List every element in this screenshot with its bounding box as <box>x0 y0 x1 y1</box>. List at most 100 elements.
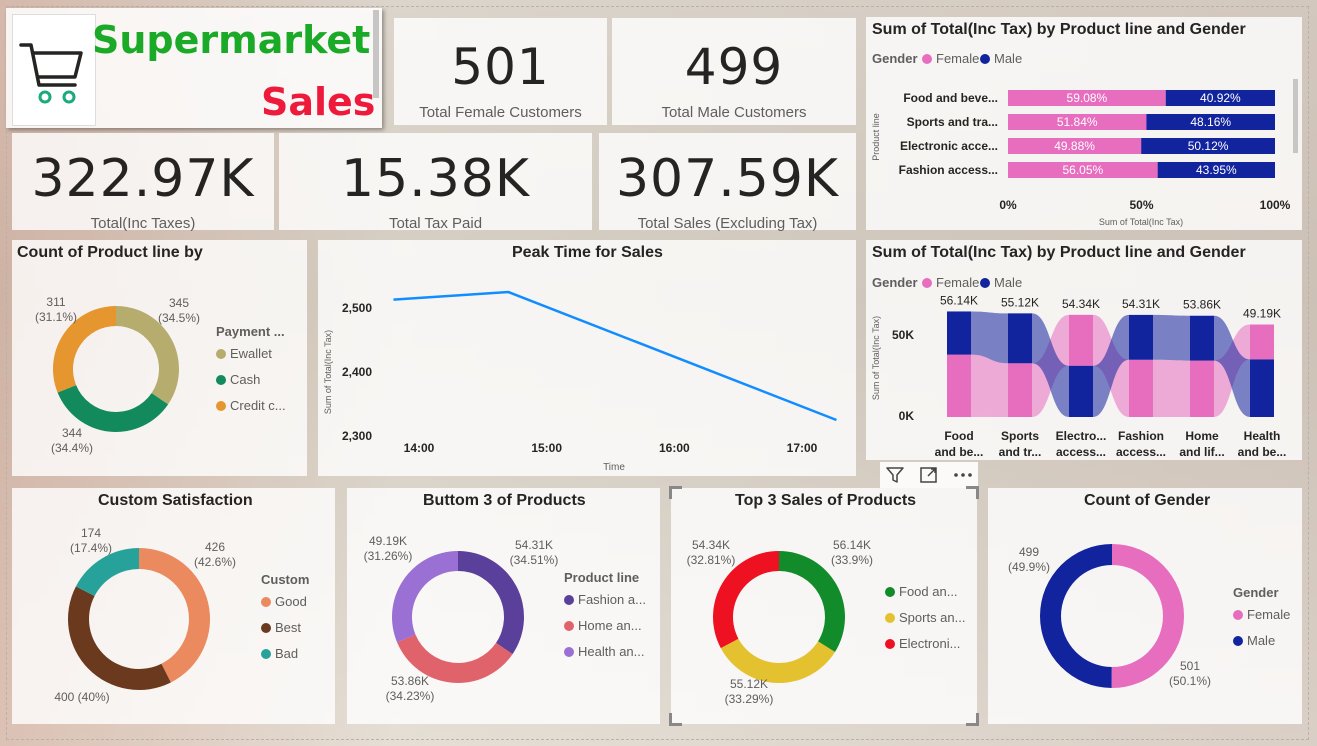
legend-label: Credit c... <box>230 398 286 413</box>
data-label: (17.4%) <box>70 541 112 555</box>
legend-item-sports[interactable]: Sports an... <box>885 610 965 625</box>
payment-donut-card[interactable]: Count of Product line by 345 (34.5%) 311 (3… <box>12 240 307 476</box>
gender-donut-card[interactable]: Count of Gender 499 (49.9%) 501 (50.1%) Gen… <box>988 488 1302 724</box>
y-tick-label: Fashion access... <box>899 163 998 177</box>
legend-label: Male <box>1247 633 1276 648</box>
legend-label: Cash <box>230 372 261 387</box>
legend-label: Bad <box>275 646 299 661</box>
selection-corner-bl[interactable] <box>669 713 682 726</box>
legend-item-food[interactable]: Food an... <box>885 584 958 599</box>
data-label: 49.19K <box>369 534 407 548</box>
peak-time-line-card[interactable]: Peak Time for Sales 2,300 2,400 2,500 14:00… <box>318 240 856 476</box>
data-label: (34.5%) <box>158 311 200 325</box>
gender-product-100-bar-card[interactable]: Sum of Total(Inc Tax) by Product line an… <box>866 17 1302 230</box>
legend-item-cash[interactable]: Cash <box>216 372 260 387</box>
x-tick-label: and be... <box>935 445 984 459</box>
peak-line-plot: 2,300 2,400 2,500 14:00 15:00 16:00 17:00 Time S… <box>323 290 837 473</box>
data-label: (42.6%) <box>194 555 236 569</box>
legend-item-bad[interactable]: Bad <box>261 646 298 661</box>
data-label: (33.9%) <box>831 553 873 567</box>
legend-item-fashion[interactable]: Fashion a... <box>564 592 646 607</box>
legend-item-male[interactable]: Male <box>1233 633 1275 648</box>
selection-corner-tl[interactable] <box>669 486 682 499</box>
selection-corner-tr[interactable] <box>966 486 979 499</box>
data-label: 49.19K <box>1243 307 1281 321</box>
x-axis-title: Time <box>603 462 625 473</box>
kpi-female-card: 501 Total Female Customers <box>394 18 607 125</box>
legend-item-credit[interactable]: Credit c... <box>216 398 286 413</box>
legend-swatch <box>261 597 271 607</box>
x-tick-label: Health <box>1244 429 1281 443</box>
donut-slice-2 <box>1039 544 1112 688</box>
data-label: (34.4%) <box>51 441 93 455</box>
kpi-tax-paid-card: 15.38K Total Tax Paid <box>279 133 592 232</box>
legend-item-good[interactable]: Good <box>261 594 307 609</box>
legend-swatch <box>261 623 271 633</box>
donut-slice-2 <box>57 385 169 433</box>
legend-swatch <box>1233 636 1243 646</box>
kpi-total-inc-tax-card: 322.97K Total(Inc Taxes) <box>12 133 274 232</box>
data-label: 54.34K <box>1062 297 1100 311</box>
ribbon-plot: 56.14K Food and be... 55.12K Sports and tr...… <box>871 293 1286 459</box>
scrollbar[interactable] <box>1293 79 1298 153</box>
legend-label: Food an... <box>899 584 958 599</box>
legend-title: Gender <box>1233 585 1279 600</box>
legend-item-female[interactable]: Female <box>1233 607 1290 622</box>
data-label: 56.05% <box>1062 163 1103 177</box>
y-tick-label: 0K <box>899 409 915 423</box>
legend-label: Electroni... <box>899 636 961 651</box>
legend-swatch <box>216 401 226 411</box>
legend-label: Good <box>275 594 307 609</box>
filter-icon[interactable] <box>884 464 906 486</box>
title-line-2: Sales <box>261 80 376 124</box>
legend-swatch <box>564 647 574 657</box>
more-options-icon[interactable] <box>952 464 974 486</box>
legend-label: Female <box>1247 607 1291 622</box>
ribbon-column-male <box>947 311 971 355</box>
legend-swatch <box>885 639 895 649</box>
legend-item-ewallet[interactable]: Ewallet <box>216 346 272 361</box>
x-axis-title: Sum of Total(Inc Tax) <box>1099 217 1183 227</box>
gender-product-ribbon-card[interactable]: Sum of Total(Inc Tax) by Product line an… <box>866 240 1302 460</box>
ribbon-band-female <box>971 354 1008 417</box>
kpi-value: 501 <box>451 38 550 96</box>
legend-swatch <box>216 375 226 385</box>
y-tick-label: Electronic acce... <box>900 139 998 153</box>
data-label: 54.31K <box>1122 297 1160 311</box>
ribbon-column-female <box>1008 363 1032 417</box>
x-tick-label: Fashion <box>1118 429 1164 443</box>
ribbon-column-female <box>1069 314 1093 366</box>
legend-item-best[interactable]: Best <box>261 620 301 635</box>
kpi-sales-ex-tax-card: 307.59K Total Sales (Excluding Tax) <box>599 133 856 232</box>
legend-label: Home an... <box>578 618 642 633</box>
selection-corner-br[interactable] <box>966 713 979 726</box>
kpi-label: Total Sales (Excluding Tax) <box>637 215 818 232</box>
ribbon-column-male <box>1129 314 1153 360</box>
ribbon-column-female <box>1250 324 1274 360</box>
x-tick-label: Food <box>944 429 973 443</box>
data-label: 426 <box>205 540 225 554</box>
legend-item-home[interactable]: Home an... <box>564 618 642 633</box>
legend-label: Fashion a... <box>578 592 646 607</box>
satisfaction-donut-card[interactable]: Custom Satisfaction 426 (42.6%) 174 (17.4%)… <box>12 488 335 724</box>
data-label: 344 <box>62 426 82 440</box>
legend-title: Custom <box>261 572 310 587</box>
donut-slice-2 <box>67 586 171 690</box>
top3-donut-card[interactable]: Top 3 Sales of Products 56.14K (33.9%) 54.… <box>669 486 979 726</box>
data-label: (31.26%) <box>364 549 413 563</box>
x-tick-label: 14:00 <box>404 441 435 455</box>
data-label: 59.08% <box>1067 91 1108 105</box>
ribbon-band-female <box>1153 359 1190 417</box>
kpi-value: 15.38K <box>341 149 530 209</box>
data-label: 50.12% <box>1188 139 1229 153</box>
legend-item-electronic[interactable]: Electroni... <box>885 636 960 651</box>
data-label: 56.14K <box>833 538 871 552</box>
ribbon-column-female <box>1190 360 1214 417</box>
y-tick-label: 2,300 <box>342 429 372 443</box>
bottom3-donut-card[interactable]: Buttom 3 of Products 54.31K (34.51%) 49.19… <box>347 488 660 724</box>
scroll-handle[interactable] <box>373 10 379 98</box>
data-label: 48.16% <box>1190 115 1231 129</box>
data-label: 54.34K <box>692 538 730 552</box>
focus-mode-icon[interactable] <box>918 464 940 486</box>
legend-item-health[interactable]: Health an... <box>564 644 645 659</box>
